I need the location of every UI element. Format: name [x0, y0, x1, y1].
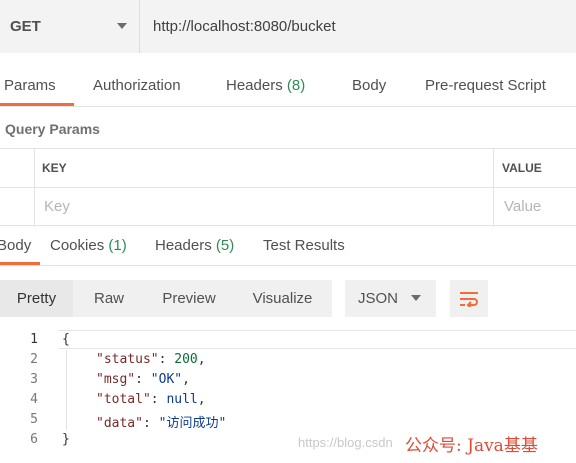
view-preview-button[interactable]: Preview — [145, 280, 233, 317]
chevron-down-icon — [117, 23, 127, 29]
tab-label: Authorization — [93, 77, 181, 94]
wrap-lines-icon — [460, 291, 478, 307]
column-divider — [34, 149, 35, 227]
view-pretty-button[interactable]: Pretty — [0, 280, 73, 317]
value-input[interactable]: Value — [504, 198, 541, 215]
active-tab-indicator — [0, 262, 40, 265]
tab-label: Body — [0, 237, 32, 254]
active-tab-indicator — [0, 103, 74, 106]
tab-count: (8) — [286, 77, 306, 94]
tab-label: Test Results — [263, 237, 345, 254]
code-line: "data": "访问成功" — [96, 412, 226, 431]
column-header-value: VALUE — [502, 161, 542, 175]
code-line: "total": null, — [96, 392, 206, 407]
format-value: JSON — [358, 290, 399, 307]
json-tail: , — [197, 392, 206, 407]
watermark-url: https://blog.csdn — [298, 435, 393, 450]
column-divider — [493, 149, 494, 227]
wrap-lines-button[interactable] — [450, 280, 488, 317]
line-number: 6 — [30, 432, 38, 447]
tab-pre-request-script[interactable]: Pre-request Script — [425, 77, 546, 94]
json-value: 200 — [174, 352, 198, 367]
code-line: "status": 200, — [96, 352, 206, 367]
method-select[interactable]: GET — [0, 0, 140, 53]
line-number: 3 — [30, 372, 38, 387]
json-sep: : — [150, 392, 167, 407]
table-header-row — [0, 149, 576, 188]
tab-authorization[interactable]: Authorization — [93, 77, 181, 94]
code-line: } — [62, 432, 70, 447]
tab-label: Params — [4, 77, 56, 94]
json-key: "msg" — [96, 372, 136, 387]
json-value: "访问成功" — [158, 416, 227, 431]
json-tail: , — [182, 372, 190, 387]
tab-body[interactable]: Body — [352, 77, 386, 94]
section-title: Query Params — [5, 121, 100, 137]
json-key: "total" — [96, 392, 151, 407]
params-table: KEY VALUE Key Value — [0, 148, 576, 227]
tab-label: Cookies — [50, 237, 105, 254]
tab-params[interactable]: Params — [4, 77, 56, 94]
key-input[interactable]: Key — [44, 198, 70, 215]
tab-label: Body — [352, 77, 387, 94]
line-number: 4 — [30, 392, 38, 407]
response-tabs: Body Cookies (1) Headers (5) Test Result… — [0, 226, 576, 266]
tab-headers[interactable]: Headers (8) — [226, 77, 305, 94]
json-value: null — [166, 392, 198, 407]
json-tail: , — [197, 352, 206, 367]
json-sep: : — [135, 372, 151, 387]
url-input[interactable]: http://localhost:8080/bucket — [140, 0, 576, 53]
request-tabs: Params Authorization Headers (8) Body Pr… — [0, 66, 576, 107]
tab-cookies[interactable]: Cookies (1) — [50, 237, 127, 254]
tab-count: (5) — [215, 237, 235, 254]
json-key: "data" — [96, 416, 143, 431]
tab-response-headers[interactable]: Headers (5) — [155, 237, 234, 254]
watermark-brand: 公众号: Java基基 — [405, 436, 538, 456]
indent-guide — [66, 350, 67, 430]
format-select[interactable]: JSON — [345, 280, 436, 317]
code-line: "msg": "OK", — [96, 372, 190, 387]
json-sep: : — [142, 416, 159, 431]
view-visualize-button[interactable]: Visualize — [233, 280, 332, 317]
tab-count: (1) — [108, 237, 127, 254]
json-key: "status" — [96, 352, 159, 367]
tab-label: Headers — [155, 237, 212, 254]
method-value: GET — [10, 18, 41, 35]
tab-label: Headers — [226, 77, 283, 94]
tab-response-body[interactable]: Body — [0, 237, 31, 254]
chevron-down-icon — [411, 295, 421, 301]
request-bar: GET http://localhost:8080/bucket — [0, 0, 576, 53]
tab-test-results[interactable]: Test Results — [263, 237, 345, 254]
line-number: 2 — [30, 352, 38, 367]
json-value: "OK" — [150, 372, 183, 387]
line-number: 1 — [30, 332, 38, 347]
json-sep: : — [158, 352, 175, 367]
tab-label: Pre-request Script — [425, 77, 546, 94]
code-line: { — [62, 332, 70, 347]
line-number: 5 — [30, 412, 38, 427]
current-line-highlight — [58, 330, 576, 349]
column-header-key: KEY — [42, 161, 67, 175]
view-raw-button[interactable]: Raw — [73, 280, 145, 317]
